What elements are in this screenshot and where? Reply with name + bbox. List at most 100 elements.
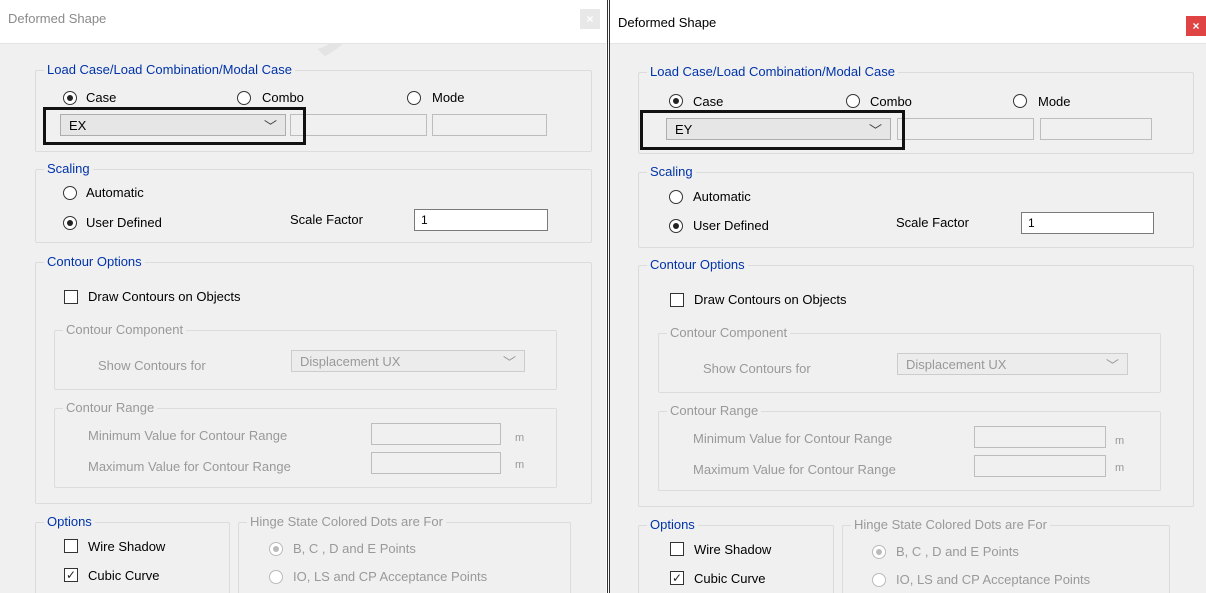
combo-field[interactable] [290, 114, 427, 136]
deformed-shape-dialog-right: Deformed Shape × Load Case/Load Combinat… [610, 0, 1206, 593]
bcde-points-radio[interactable] [269, 542, 283, 556]
max-range-label: Maximum Value for Contour Range [88, 459, 291, 474]
min-range-input[interactable] [974, 426, 1106, 448]
draw-contours-checkbox[interactable] [670, 293, 684, 307]
contour-options-legend: Contour Options [44, 254, 145, 270]
mode-field[interactable] [1040, 118, 1152, 140]
min-range-label: Minimum Value for Contour Range [693, 431, 893, 446]
mode-radio[interactable] [407, 91, 421, 105]
bcde-points-radio[interactable] [872, 545, 886, 559]
contour-range-group: Contour Range [54, 400, 557, 488]
cubic-curve-checkbox[interactable]: ✓ [670, 571, 684, 585]
contour-component-legend: Contour Component [667, 325, 791, 341]
automatic-radio-label: Automatic [86, 185, 144, 200]
max-range-unit: m [1115, 462, 1125, 474]
scale-factor-label: Scale Factor [290, 212, 363, 227]
combo-radio[interactable] [237, 91, 251, 105]
user-defined-radio[interactable] [63, 216, 77, 230]
min-range-unit: m [515, 432, 525, 444]
io-ls-cp-label: IO, LS and CP Acceptance Points [896, 572, 1091, 587]
chevron-down-icon: ﹀ [502, 355, 516, 370]
hinge-state-legend: Hinge State Colored Dots are For [851, 517, 1050, 533]
draw-contours-label: Draw Contours on Objects [88, 289, 241, 304]
wire-shadow-label: Wire Shadow [88, 539, 166, 554]
scaling-group: Scaling [35, 161, 592, 243]
scale-factor-value: 1 [1028, 216, 1035, 230]
combo-field[interactable] [897, 118, 1034, 140]
mode-radio-label: Mode [432, 90, 465, 105]
chevron-down-icon: ﹀ [1105, 358, 1119, 373]
cubic-curve-label: Cubic Curve [88, 568, 160, 583]
contour-range-legend: Contour Range [667, 403, 762, 419]
show-contours-dropdown[interactable]: Displacement UX ﹀ [897, 353, 1128, 375]
mode-radio-label: Mode [1038, 94, 1071, 109]
scale-factor-input[interactable]: 1 [1021, 212, 1154, 234]
close-icon[interactable]: × [1186, 16, 1206, 36]
mode-radio[interactable] [1013, 94, 1027, 108]
case-radio-label: Case [86, 90, 117, 105]
max-range-input[interactable] [371, 452, 501, 474]
deformed-shape-dialog-left: saze Deformed Shape × Load Case/Load Com… [0, 0, 606, 593]
dialog-title: Deformed Shape [618, 15, 717, 30]
bcde-points-label: B, C , D and E Points [293, 541, 416, 556]
dialog-title: Deformed Shape [8, 11, 107, 26]
scale-factor-label: Scale Factor [896, 215, 969, 230]
combo-radio[interactable] [846, 94, 860, 108]
min-range-unit: m [1115, 435, 1125, 447]
cubic-curve-checkbox[interactable]: ✓ [64, 568, 78, 582]
show-contours-label: Show Contours for [98, 358, 206, 373]
wire-shadow-checkbox[interactable] [670, 542, 684, 556]
io-ls-cp-radio[interactable] [872, 573, 886, 587]
user-defined-radio-label: User Defined [693, 218, 769, 233]
case-radio[interactable] [63, 91, 77, 105]
wire-shadow-label: Wire Shadow [694, 542, 772, 557]
case-radio-label: Case [693, 94, 724, 109]
combo-radio-label: Combo [262, 90, 304, 105]
scaling-legend: Scaling [44, 161, 93, 177]
io-ls-cp-radio[interactable] [269, 570, 283, 584]
automatic-radio-label: Automatic [693, 189, 751, 204]
check-icon: ✓ [65, 568, 77, 582]
mode-field[interactable] [432, 114, 547, 136]
bcde-points-label: B, C , D and E Points [896, 544, 1019, 559]
user-defined-radio-label: User Defined [86, 215, 162, 230]
show-contours-dropdown[interactable]: Displacement UX ﹀ [291, 350, 525, 372]
options-legend: Options [647, 517, 698, 533]
show-contours-value: Displacement UX [300, 354, 401, 369]
draw-contours-checkbox[interactable] [64, 290, 78, 304]
contour-options-legend: Contour Options [647, 257, 748, 273]
title-bar: Deformed Shape × [610, 0, 1206, 44]
automatic-radio[interactable] [63, 186, 77, 200]
show-contours-value: Displacement UX [906, 357, 1007, 372]
max-range-input[interactable] [974, 455, 1106, 477]
automatic-radio[interactable] [669, 190, 683, 204]
load-case-group-legend: Load Case/Load Combination/Modal Case [44, 62, 295, 78]
check-icon: ✓ [671, 571, 683, 585]
scaling-group: Scaling [638, 164, 1194, 248]
draw-contours-label: Draw Contours on Objects [694, 292, 847, 307]
scale-factor-value: 1 [421, 213, 428, 227]
case-radio[interactable] [669, 94, 683, 108]
scaling-legend: Scaling [647, 164, 696, 180]
contour-range-legend: Contour Range [63, 400, 158, 416]
io-ls-cp-label: IO, LS and CP Acceptance Points [293, 569, 488, 584]
min-range-label: Minimum Value for Contour Range [88, 428, 288, 443]
scale-factor-input[interactable]: 1 [414, 209, 548, 231]
load-case-group-legend: Load Case/Load Combination/Modal Case [647, 64, 898, 80]
max-range-unit: m [515, 459, 525, 471]
cubic-curve-label: Cubic Curve [694, 571, 766, 586]
wire-shadow-checkbox[interactable] [64, 539, 78, 553]
highlight-box [43, 107, 306, 145]
options-legend: Options [44, 514, 95, 530]
show-contours-label: Show Contours for [703, 361, 811, 376]
close-icon[interactable]: × [580, 9, 600, 29]
contour-range-group: Contour Range [658, 403, 1161, 491]
hinge-state-legend: Hinge State Colored Dots are For [247, 514, 446, 530]
contour-component-legend: Contour Component [63, 322, 187, 338]
user-defined-radio[interactable] [669, 219, 683, 233]
highlight-box [640, 110, 905, 150]
min-range-input[interactable] [371, 423, 501, 445]
max-range-label: Maximum Value for Contour Range [693, 462, 896, 477]
combo-radio-label: Combo [870, 94, 912, 109]
title-bar: Deformed Shape × [0, 0, 606, 44]
